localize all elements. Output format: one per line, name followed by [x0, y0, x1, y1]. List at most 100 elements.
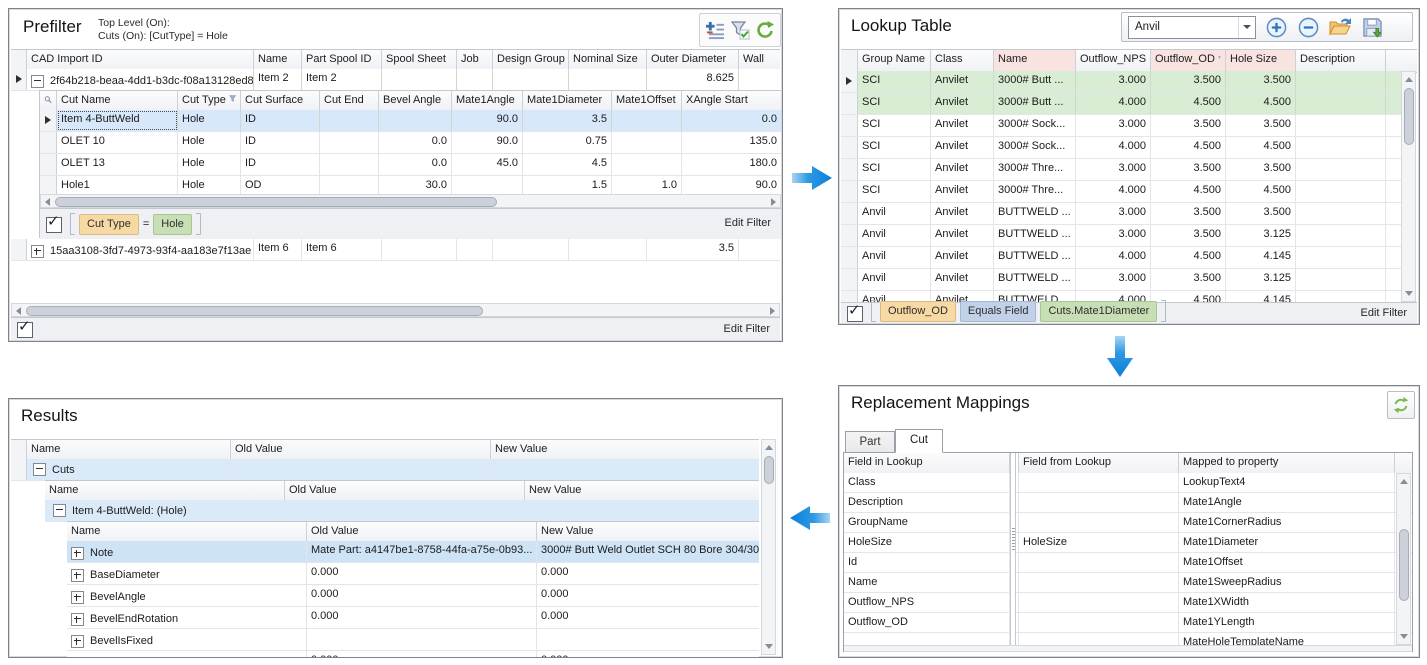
scrollbar-thumb[interactable] — [55, 197, 497, 207]
column-header-group-name[interactable]: Group Name — [858, 50, 931, 72]
lookup-row[interactable]: Anvil Anvilet BUTTWELD ... 4.000 4.500 4… — [841, 247, 1401, 269]
cuts-horizontal-scrollbar[interactable] — [40, 194, 781, 208]
scroll-up-icon[interactable] — [765, 445, 773, 450]
refresh-mappings-button[interactable] — [1387, 391, 1415, 419]
column-header-hole-size[interactable]: Hole Size — [1226, 50, 1296, 72]
column-header-field-from-lookup[interactable]: Field from Lookup — [1019, 453, 1179, 473]
save-lookup-button[interactable] — [1360, 15, 1384, 39]
scroll-down-icon[interactable] — [1405, 291, 1413, 296]
lookup-row[interactable]: SCI Anvilet 3000# Thre... 4.000 4.500 4.… — [841, 181, 1401, 203]
column-header-cut-type[interactable]: Cut Type — [178, 91, 241, 111]
column-header-new-value[interactable]: New Value — [525, 481, 759, 501]
lookup-row[interactable]: SCI Anvilet 3000# Thre... 3.000 3.500 3.… — [841, 159, 1401, 181]
expand-icon[interactable] — [71, 568, 84, 582]
property-row[interactable]: BevelAngle 0.000 0.000 — [67, 585, 759, 607]
property-row[interactable]: BevelIsFixed — [67, 629, 759, 651]
column-header-cut-end[interactable]: Cut End — [320, 91, 379, 111]
column-header-bevel-angle[interactable]: Bevel Angle — [379, 91, 452, 111]
lookup-row[interactable]: Anvil Anvilet BUTTWELD ... 3.000 3.500 3… — [841, 225, 1401, 247]
scroll-left-icon[interactable] — [16, 307, 21, 315]
lookup-vertical-scrollbar[interactable] — [1401, 71, 1416, 302]
prefilter-edit-filter-link[interactable]: Edit Filter — [724, 323, 770, 335]
column-header-mate1offset[interactable]: Mate1Offset — [612, 91, 682, 111]
mapping-row[interactable]: GroupName Mate1CornerRadius — [844, 513, 1412, 533]
open-lookup-button[interactable] — [1328, 15, 1352, 39]
cut-row[interactable]: Item 4-ButtWeld Hole ID 90.0 3.5 0.0 — [40, 110, 781, 132]
cuts-filter-enabled-checkbox[interactable] — [46, 212, 62, 233]
add-lookup-row-button[interactable] — [1264, 15, 1288, 39]
lookup-row[interactable]: SCI Anvilet 3000# Sock... 4.000 4.500 4.… — [841, 137, 1401, 159]
master-row-item6[interactable]: 15aa3108-3fd7-4973-93f4-aa183e7f13ae Ite… — [11, 239, 780, 261]
mappings-horizontal-scrollbar[interactable] — [844, 645, 1412, 652]
column-header-outflow-od[interactable]: Outflow_OD — [1151, 50, 1226, 72]
master-row-item2[interactable]: 2f64b218-beaa-4dd1-b3dc-f08a13128ed8 Ite… — [11, 69, 780, 91]
lookup-table-selector[interactable]: Anvil — [1128, 15, 1256, 39]
tab-part[interactable]: Part — [845, 431, 895, 452]
column-header-nominal-size[interactable]: Nominal Size — [569, 50, 647, 70]
scroll-down-icon[interactable] — [1400, 634, 1408, 639]
column-header-cut-name[interactable]: Cut Name — [57, 91, 178, 111]
column-header-new-value[interactable]: New Value — [537, 522, 759, 542]
scroll-down-icon[interactable] — [765, 644, 773, 649]
lookup-row[interactable]: SCI Anvilet 3000# Sock... 3.000 3.500 3.… — [841, 115, 1401, 137]
column-splitter[interactable] — [1010, 453, 1016, 645]
filter-value-tag[interactable]: Hole — [153, 213, 192, 235]
mapping-row[interactable]: HoleSize HoleSize Mate1Diameter — [844, 533, 1412, 553]
expand-icon[interactable] — [71, 546, 84, 560]
expand-icon[interactable] — [71, 612, 84, 626]
column-header-mate1diameter[interactable]: Mate1Diameter — [523, 91, 612, 111]
lookup-edit-filter-link[interactable]: Edit Filter — [1361, 307, 1407, 319]
column-header-outflow-nps[interactable]: Outflow_NPS — [1076, 50, 1151, 72]
dropdown-caret-icon[interactable] — [1238, 16, 1255, 38]
column-header-name[interactable]: Name — [67, 522, 307, 542]
column-header-old-value[interactable]: Old Value — [231, 440, 491, 460]
property-row[interactable]: Note Mate Part: a4147be1-8758-44fa-a75e-… — [67, 541, 759, 563]
expand-icon[interactable] — [71, 590, 84, 604]
lookup-row[interactable]: Anvil Anvilet BUTTWELD ... 3.000 3.500 3… — [841, 203, 1401, 225]
expand-icon[interactable] — [71, 634, 84, 648]
results-group-item4-row[interactable]: Item 4-ButtWeld: (Hole) — [45, 500, 759, 522]
column-header-job[interactable]: Job — [457, 50, 493, 70]
lookup-row[interactable]: SCI Anvilet 3000# Butt ... 4.000 4.500 4… — [841, 93, 1401, 115]
mappings-vertical-scrollbar[interactable] — [1396, 473, 1411, 645]
results-group-cuts-row[interactable]: Cuts — [11, 459, 759, 481]
column-header-class[interactable]: Class — [931, 50, 994, 72]
column-header-wall[interactable]: Wall — [739, 50, 780, 70]
prefilter-horizontal-scrollbar[interactable] — [11, 303, 780, 317]
mapping-row[interactable]: MateHoleTemplateName — [844, 633, 1412, 645]
mapping-row[interactable]: Description Mate1Angle — [844, 493, 1412, 513]
refresh-prefilter-button[interactable] — [754, 18, 775, 42]
property-row[interactable]: BevelEndRotation 0.000 0.000 — [67, 607, 759, 629]
column-header-cut-surface[interactable]: Cut Surface — [241, 91, 320, 111]
remove-lookup-row-button[interactable] — [1296, 15, 1320, 39]
collapse-icon[interactable] — [31, 74, 44, 88]
results-vertical-scrollbar[interactable] — [761, 439, 776, 655]
column-header-field-in-lookup[interactable]: Field in Lookup — [844, 453, 1010, 473]
column-header-name[interactable]: Name — [254, 50, 302, 70]
mapping-row[interactable]: Class LookupText4 — [844, 473, 1412, 493]
apply-filter-button[interactable] — [730, 18, 751, 42]
filter-operator-tag[interactable]: Equals Field — [959, 300, 1037, 322]
filter-value-tag[interactable]: Cuts.Mate1Diameter — [1040, 300, 1158, 322]
lookup-row[interactable]: SCI Anvilet 3000# Butt ... 3.000 3.500 3… — [841, 71, 1401, 93]
cut-row[interactable]: OLET 13 Hole ID 0.0 45.0 4.5 180.0 — [40, 154, 781, 176]
column-header-name[interactable]: Name — [27, 440, 231, 460]
column-header-old-value[interactable]: Old Value — [285, 481, 525, 501]
mapping-row[interactable]: Id Mate1Offset — [844, 553, 1412, 573]
column-header-design-group[interactable]: Design Group — [493, 50, 569, 70]
scrollbar-thumb[interactable] — [26, 306, 483, 316]
scroll-right-icon[interactable] — [770, 307, 775, 315]
column-header-part-spool-id[interactable]: Part Spool ID — [302, 50, 382, 70]
scroll-up-icon[interactable] — [1405, 77, 1413, 82]
scroll-up-icon[interactable] — [1400, 479, 1408, 484]
lookup-filter-enabled-checkbox[interactable] — [847, 301, 863, 322]
column-header-mapped-to-property[interactable]: Mapped to property — [1179, 453, 1395, 473]
search-column-header[interactable] — [40, 91, 57, 111]
column-header-spool-sheet[interactable]: Spool Sheet — [382, 50, 457, 70]
scrollbar-thumb[interactable] — [1404, 88, 1414, 145]
scroll-left-icon[interactable] — [45, 198, 50, 206]
expand-icon[interactable] — [31, 244, 44, 258]
column-header-name[interactable]: Name — [994, 50, 1076, 72]
column-header-new-value[interactable]: New Value — [491, 440, 759, 460]
column-header-mate1angle[interactable]: Mate1Angle — [452, 91, 523, 111]
